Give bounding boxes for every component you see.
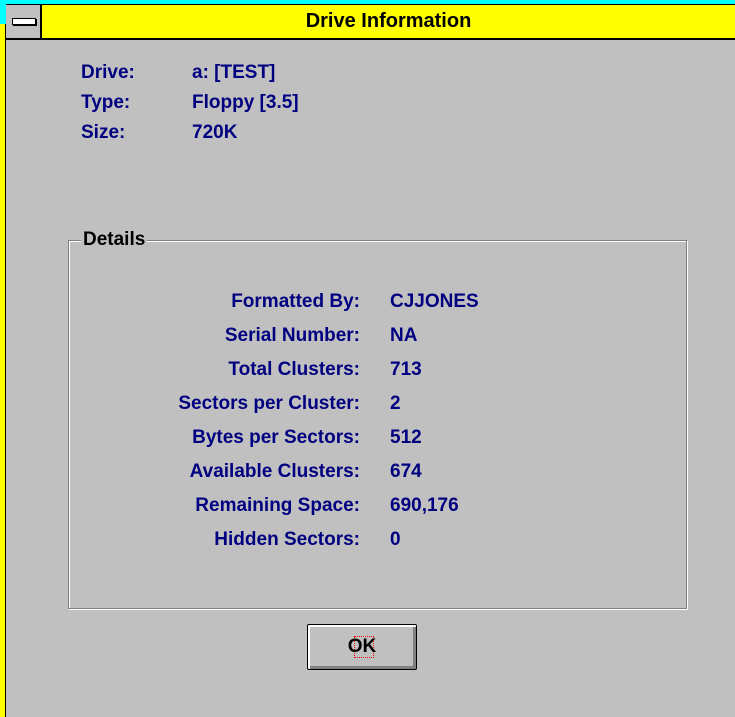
detail-label: Available Clusters: [189,461,360,482]
drive-information-dialog: Drive Information Drive: a: [TEST] Type: F… [0,0,735,717]
detail-value: NA [390,325,418,346]
drive-value: a: [TEST] [192,62,276,83]
ok-button-label: OK [347,636,377,657]
detail-row-serial-number: Serial Number: NA [68,322,628,350]
detail-row-formatted-by: Formatted By: CJJONES [68,288,628,316]
dialog-client-area: Drive: a: [TEST] Type: Floppy [3.5] Size: 7… [7,40,735,717]
detail-row-available-clusters: Available Clusters: 674 [68,458,628,486]
detail-value: 0 [390,529,401,550]
title-bar[interactable]: Drive Information [6,4,735,40]
detail-value: 674 [390,461,422,482]
ok-button[interactable]: OK [307,624,417,670]
detail-row-remaining-space: Remaining Space: 690,176 [68,492,628,520]
size-value: 720K [192,122,238,143]
type-value: Floppy [3.5] [192,92,299,113]
detail-row-hidden-sectors: Hidden Sectors: 0 [68,526,628,554]
window-title: Drive Information [305,10,472,32]
size-label: Size: [81,122,126,143]
detail-value: CJJONES [390,291,479,312]
detail-value: 690,176 [390,495,459,516]
detail-label: Hidden Sectors: [214,529,360,550]
size-row: Size: 720K [81,120,237,146]
detail-label: Bytes per Sectors: [192,427,360,448]
detail-label: Remaining Space: [195,495,360,516]
detail-label: Formatted By: [231,291,360,312]
system-menu-button[interactable] [6,5,42,38]
details-legend: Details [81,227,148,253]
detail-row-sectors-per-cluster: Sectors per Cluster: 2 [68,390,628,418]
detail-value: 512 [390,427,422,448]
detail-label: Serial Number: [224,325,360,346]
detail-label: Total Clusters: [228,359,360,380]
detail-value: 713 [390,359,422,380]
type-row: Type: Floppy [3.5] [81,90,299,116]
detail-value: 2 [390,393,401,414]
drive-label: Drive: [81,62,135,83]
detail-row-bytes-per-sectors: Bytes per Sectors: 512 [68,424,628,452]
system-menu-icon [12,18,36,25]
detail-row-total-clusters: Total Clusters: 713 [68,356,628,384]
detail-label: Sectors per Cluster: [178,393,360,414]
window-frame-left[interactable] [0,0,6,717]
type-label: Type: [81,92,131,113]
drive-row: Drive: a: [TEST] [81,60,275,86]
